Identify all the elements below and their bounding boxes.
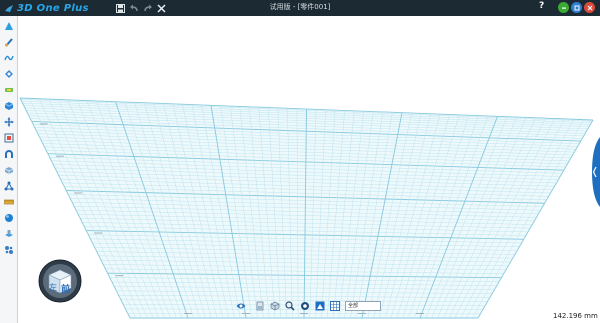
minimize-button[interactable] <box>558 2 569 13</box>
measure-icon[interactable] <box>3 196 14 207</box>
grid-axis-tick <box>300 313 308 314</box>
help-button[interactable]: ? <box>539 1 544 11</box>
combine-icon[interactable] <box>3 132 14 143</box>
close-button[interactable] <box>584 2 595 13</box>
grid-axis-tick <box>184 313 192 314</box>
feature-icon[interactable] <box>3 84 14 95</box>
grid-axis-tick <box>39 123 48 125</box>
edit-sketch-icon[interactable] <box>3 68 14 79</box>
sphere-color-icon[interactable] <box>3 212 14 223</box>
3d-viewport[interactable] <box>18 16 600 323</box>
maximize-button[interactable] <box>571 2 582 13</box>
view-eye-icon[interactable] <box>236 301 246 311</box>
curve-icon[interactable] <box>3 52 14 63</box>
magnet-icon[interactable] <box>3 148 14 159</box>
grid-axis-tick <box>74 192 83 194</box>
grid-axis-tick <box>416 313 424 314</box>
bottom-view-toolbar: 全部 <box>236 300 381 312</box>
right-panel-toggle[interactable] <box>590 137 600 207</box>
view-front-icon[interactable] <box>255 301 265 311</box>
zoom-icon[interactable] <box>285 301 295 311</box>
basic-shape-icon[interactable] <box>3 20 14 31</box>
gear-icon[interactable] <box>3 244 14 255</box>
view-cube-side-label: 左 <box>49 283 57 292</box>
render-mode-icon[interactable] <box>315 301 325 311</box>
render-mode-select[interactable]: 全部 <box>345 301 381 311</box>
node-icon[interactable] <box>3 180 14 191</box>
texture-icon[interactable] <box>3 164 14 175</box>
special-function-icon[interactable] <box>3 100 14 111</box>
view-cube-front-label: 前 <box>61 285 71 295</box>
assembly-icon[interactable] <box>3 228 14 239</box>
grid-axis-tick <box>94 232 103 234</box>
grid-axis-tick <box>55 155 64 157</box>
work-plane-grid <box>19 97 594 319</box>
grid-icon[interactable] <box>330 301 340 311</box>
status-measurement: 142.196 mm <box>553 312 598 320</box>
fit-view-icon[interactable] <box>300 301 310 311</box>
grid-axis-tick <box>358 313 366 314</box>
grid-axis-tick <box>115 275 124 277</box>
view-iso-icon[interactable] <box>270 301 280 311</box>
sketch-icon[interactable] <box>3 36 14 47</box>
grid-axis-tick <box>242 313 250 314</box>
move-icon[interactable] <box>3 116 14 127</box>
window-title: 试用版 - [零件001] <box>269 3 331 11</box>
left-toolbar <box>0 16 18 323</box>
title-bar: 3D One Plus 试用版 - [零件001] ? <box>0 0 600 16</box>
view-cube[interactable]: 左 前 <box>37 258 83 304</box>
